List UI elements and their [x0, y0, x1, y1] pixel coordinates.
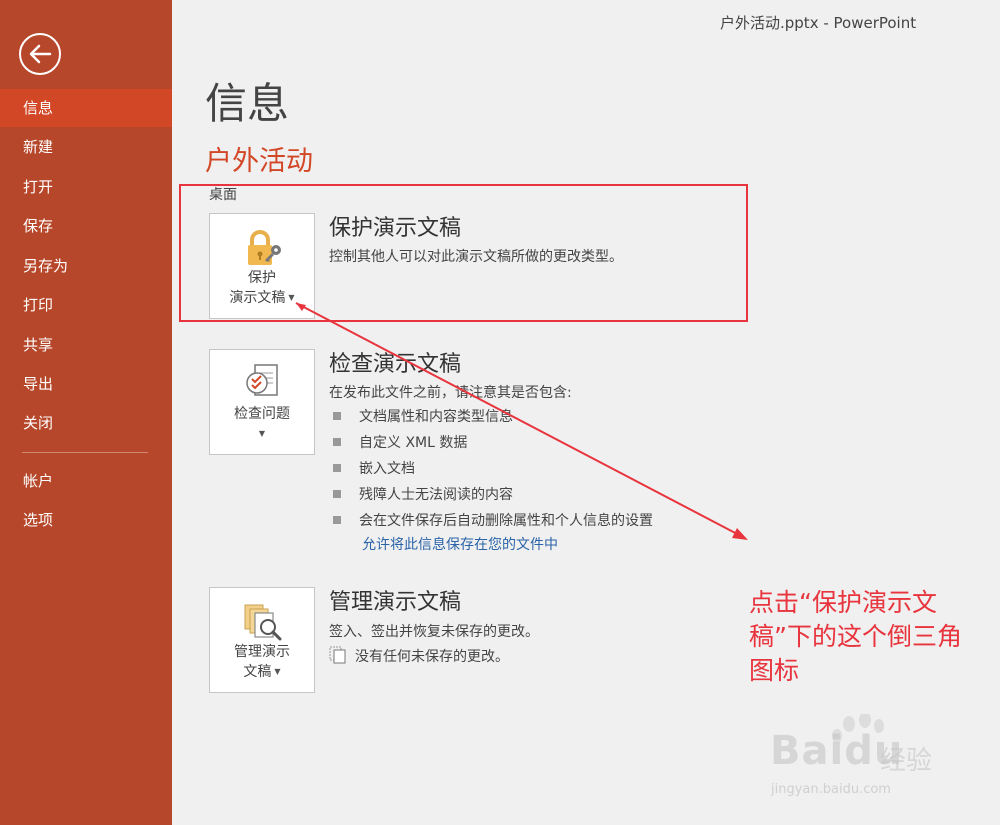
- watermark-cn: 经验: [880, 746, 933, 776]
- watermark-url: jingyan.baidu.com: [771, 782, 891, 797]
- annotation-callout: 点击“保护演示文稿”下的这个倒三角图标: [749, 588, 962, 685]
- annotation-arrow-icon: [295, 302, 748, 540]
